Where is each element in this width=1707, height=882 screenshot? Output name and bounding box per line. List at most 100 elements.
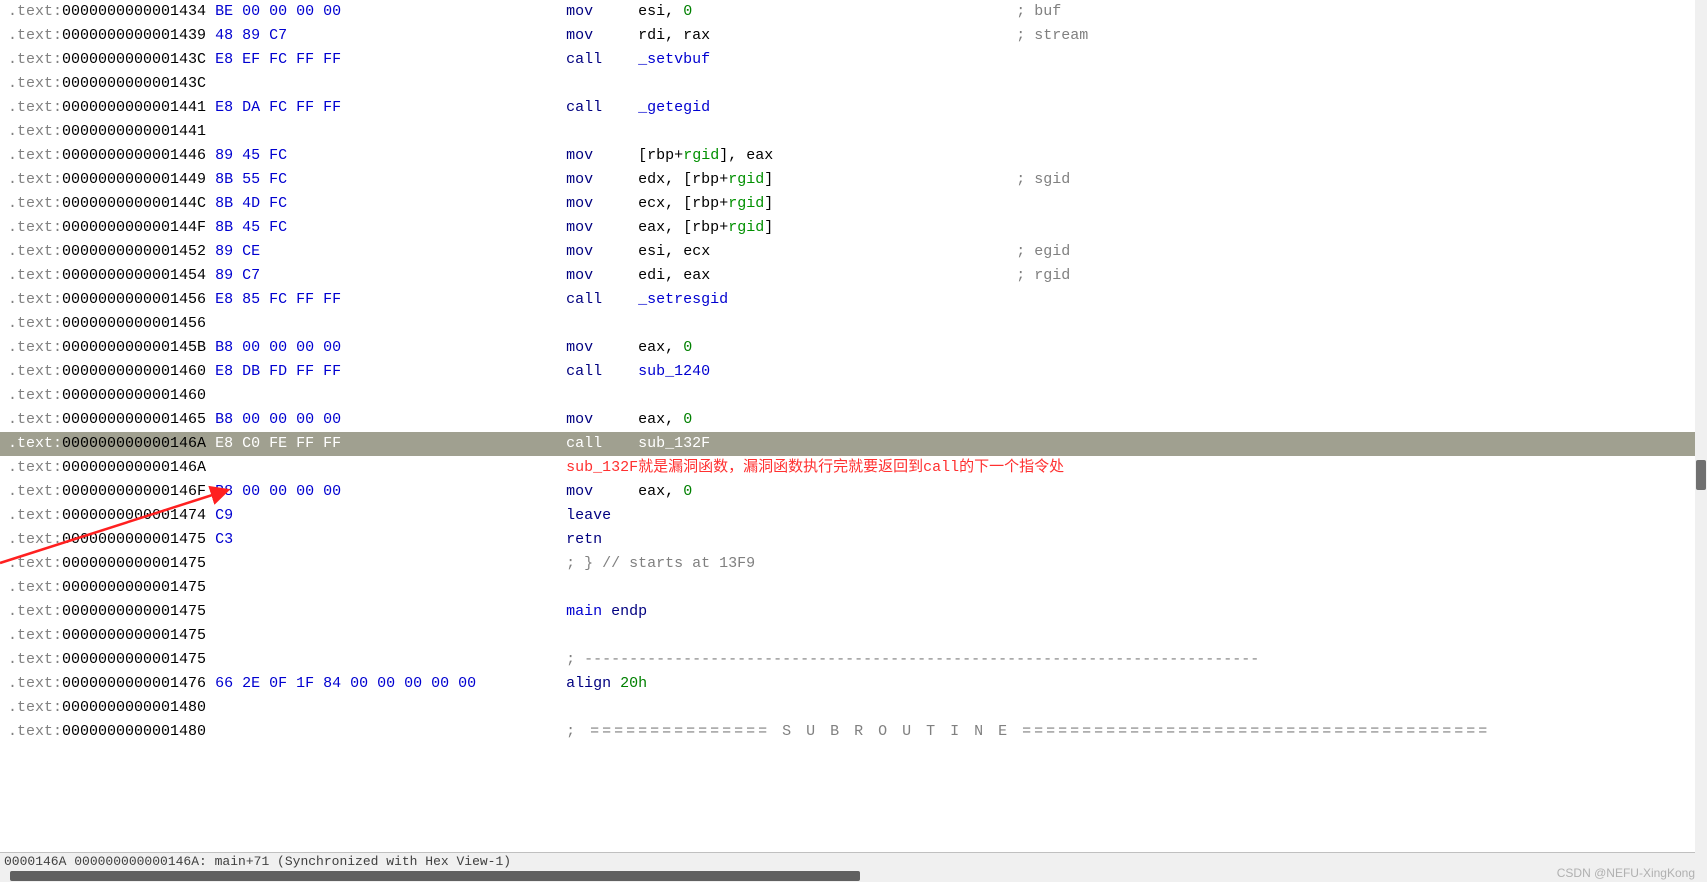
watermark: CSDN @NEFU-XingKong <box>1557 866 1695 880</box>
asm-token: ; } // starts at 13F9 <box>566 555 755 572</box>
vertical-scrollbar-thumb[interactable] <box>1696 460 1706 490</box>
disasm-line[interactable]: .text:0000000000001434 BE 00 00 00 00 mo… <box>0 0 1695 24</box>
opcode-bytes: B8 00 00 00 00 <box>215 411 341 428</box>
disasm-line[interactable]: .text:000000000000146A sub_132F就是漏洞函数，漏洞… <box>0 456 1695 480</box>
segment-label: .text: <box>8 699 62 716</box>
segment-label: .text: <box>8 99 62 116</box>
disassembly-view[interactable]: .text:0000000000001434 BE 00 00 00 00 mo… <box>0 0 1695 852</box>
asm-token: rbp <box>692 171 719 188</box>
asm-token: ], <box>719 147 746 164</box>
disasm-line[interactable]: .text:000000000000145B B8 00 00 00 00 mo… <box>0 336 1695 360</box>
disasm-line[interactable]: .text:0000000000001474 C9 leave <box>0 504 1695 528</box>
disasm-line[interactable]: .text:0000000000001454 89 C7 mov edi, ea… <box>0 264 1695 288</box>
segment-label: .text: <box>8 363 62 380</box>
address: 000000000000146F <box>62 483 206 500</box>
asm-token: _getegid <box>638 99 710 116</box>
asm-token: sub_132F <box>638 435 710 452</box>
asm-token: mov <box>566 171 638 188</box>
segment-label: .text: <box>8 51 62 68</box>
disasm-line[interactable]: .text:0000000000001439 48 89 C7 mov rdi,… <box>0 24 1695 48</box>
vertical-scrollbar[interactable] <box>1695 0 1707 870</box>
asm-token: 0 <box>683 411 692 428</box>
address: 000000000000143C <box>62 75 206 92</box>
disasm-line[interactable]: .text:0000000000001476 66 2E 0F 1F 84 00… <box>0 672 1695 696</box>
asm-token: eax <box>746 147 773 164</box>
asm-token: rdi <box>638 27 665 44</box>
disasm-line[interactable]: .text:0000000000001465 B8 00 00 00 00 mo… <box>0 408 1695 432</box>
segment-label: .text: <box>8 291 62 308</box>
segment-label: .text: <box>8 267 62 284</box>
opcode-bytes: B8 00 00 00 00 <box>215 339 341 356</box>
address: 000000000000146A <box>62 435 206 452</box>
asm-token: + <box>674 147 683 164</box>
asm-token: _setresgid <box>638 291 728 308</box>
address: 0000000000001474 <box>62 507 206 524</box>
segment-label: .text: <box>8 171 62 188</box>
disasm-line[interactable]: .text:0000000000001441 <box>0 120 1695 144</box>
horizontal-scrollbar-thumb[interactable] <box>10 871 860 881</box>
comment: ; egid <box>1016 243 1070 260</box>
asm-token: 0 <box>683 339 692 356</box>
disasm-line[interactable]: .text:0000000000001475 main endp <box>0 600 1695 624</box>
disasm-line[interactable]: .text:000000000000146A E8 C0 FE FF FF ca… <box>0 432 1695 456</box>
disasm-line[interactable]: .text:0000000000001460 E8 DB FD FF FF ca… <box>0 360 1695 384</box>
disasm-line[interactable]: .text:0000000000001475 ; ---------------… <box>0 648 1695 672</box>
disasm-line[interactable]: .text:000000000000143C <box>0 72 1695 96</box>
asm-token: ] <box>764 171 773 188</box>
asm-token: rbp <box>692 219 719 236</box>
asm-token: sub_1240 <box>638 363 710 380</box>
address: 000000000000143C <box>62 51 206 68</box>
asm-token: _setvbuf <box>638 51 710 68</box>
asm-token: 0 <box>683 3 692 20</box>
segment-label: .text: <box>8 243 62 260</box>
segment-label: .text: <box>8 483 62 500</box>
disasm-line[interactable]: .text:0000000000001475 <box>0 576 1695 600</box>
asm-token: 20h <box>620 675 647 692</box>
asm-token: , [ <box>665 171 692 188</box>
disasm-line[interactable]: .text:0000000000001446 89 45 FC mov [rbp… <box>0 144 1695 168</box>
opcode-bytes: E8 DA FC FF FF <box>215 99 341 116</box>
asm-token: esi <box>638 243 665 260</box>
comment: ; rgid <box>1016 267 1070 284</box>
address: 0000000000001439 <box>62 27 206 44</box>
disasm-line[interactable]: .text:0000000000001480 ; ===============… <box>0 720 1695 744</box>
disasm-line[interactable]: .text:0000000000001449 8B 55 FC mov edx,… <box>0 168 1695 192</box>
disasm-line[interactable]: .text:0000000000001441 E8 DA FC FF FF ca… <box>0 96 1695 120</box>
horizontal-scrollbar[interactable] <box>0 870 1707 882</box>
disasm-line[interactable]: .text:0000000000001456 E8 85 FC FF FF ca… <box>0 288 1695 312</box>
asm-token: + <box>719 219 728 236</box>
asm-token: align <box>566 675 620 692</box>
disasm-line[interactable]: .text:0000000000001452 89 CE mov esi, ec… <box>0 240 1695 264</box>
opcode-bytes: 89 C7 <box>215 267 260 284</box>
segment-label: .text: <box>8 27 62 44</box>
disasm-line[interactable]: .text:000000000000144C 8B 4D FC mov ecx,… <box>0 192 1695 216</box>
disasm-line[interactable]: .text:0000000000001475 <box>0 624 1695 648</box>
disasm-line[interactable]: .text:000000000000144F 8B 45 FC mov eax,… <box>0 216 1695 240</box>
opcode-bytes: C9 <box>215 507 233 524</box>
disasm-line[interactable]: .text:000000000000143C E8 EF FC FF FF ca… <box>0 48 1695 72</box>
segment-label: .text: <box>8 3 62 20</box>
asm-token: [ <box>638 147 647 164</box>
opcode-bytes: 8B 45 FC <box>215 219 287 236</box>
disasm-line[interactable]: .text:0000000000001460 <box>0 384 1695 408</box>
opcode-bytes: E8 DB FD FF FF <box>215 363 341 380</box>
asm-token: call <box>566 363 638 380</box>
segment-label: .text: <box>8 435 62 452</box>
address: 0000000000001480 <box>62 723 206 740</box>
disasm-line[interactable]: .text:0000000000001475 C3 retn <box>0 528 1695 552</box>
opcode-bytes: B8 00 00 00 00 <box>215 483 341 500</box>
disasm-line[interactable]: .text:0000000000001456 <box>0 312 1695 336</box>
segment-label: .text: <box>8 147 62 164</box>
disasm-line[interactable]: .text:0000000000001475 ; } // starts at … <box>0 552 1695 576</box>
disasm-line[interactable]: .text:000000000000146F B8 00 00 00 00 mo… <box>0 480 1695 504</box>
segment-label: .text: <box>8 315 62 332</box>
address: 000000000000144F <box>62 219 206 236</box>
segment-label: .text: <box>8 555 62 572</box>
asm-token: eax <box>638 411 665 428</box>
disasm-line[interactable]: .text:0000000000001480 <box>0 696 1695 720</box>
asm-token: mov <box>566 3 638 20</box>
asm-token: + <box>719 171 728 188</box>
asm-token: endp <box>611 603 647 620</box>
opcode-bytes: BE 00 00 00 00 <box>215 3 341 20</box>
address: 0000000000001441 <box>62 123 206 140</box>
